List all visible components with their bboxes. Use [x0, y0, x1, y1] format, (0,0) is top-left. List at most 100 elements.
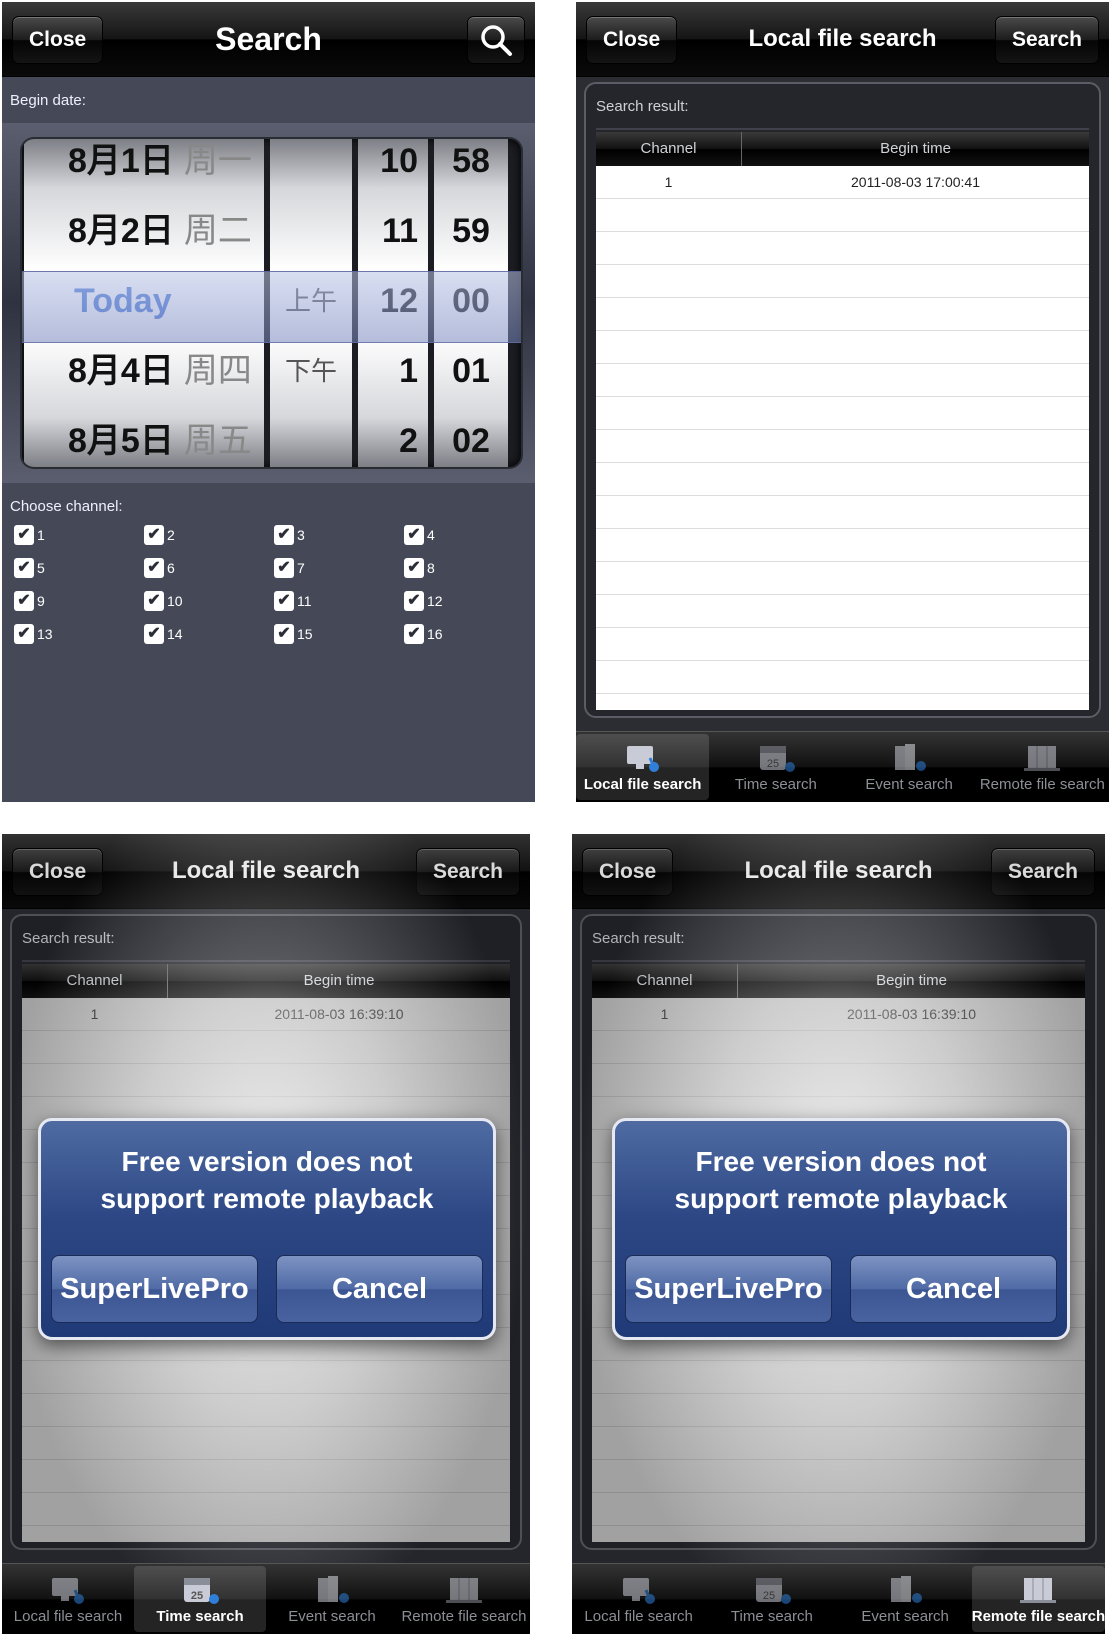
- cancel-button[interactable]: Cancel: [276, 1255, 483, 1323]
- channel-checkbox-12[interactable]: ✔ 12: [404, 590, 443, 612]
- tab-event-search[interactable]: Event search: [266, 1566, 398, 1632]
- cell-channel: 1: [664, 174, 673, 190]
- channel-checkbox-3[interactable]: ✔ 3: [274, 524, 305, 546]
- search-button[interactable]: Search: [994, 16, 1099, 64]
- close-button[interactable]: Close: [12, 16, 104, 64]
- search-result-label: Search result:: [596, 98, 689, 115]
- channel-label: 10: [167, 593, 183, 609]
- tab-label: Remote file search: [979, 776, 1105, 793]
- search-button[interactable]: [467, 16, 525, 64]
- picker-date-option[interactable]: 8月5日 周五: [68, 405, 252, 467]
- picker-hours-option[interactable]: 11: [358, 195, 418, 268]
- tab-label: Time search: [156, 1608, 244, 1625]
- channel-checkbox-8[interactable]: ✔ 8: [404, 557, 435, 579]
- tab-event-search[interactable]: Event search: [839, 1566, 972, 1632]
- alert-message: Free version does not support remote pla…: [100, 1146, 434, 1214]
- picker-ampm-option[interactable]: 下午: [270, 335, 352, 408]
- tab-local-file-search[interactable]: Local file search: [576, 734, 710, 800]
- channel-checkbox-13[interactable]: ✔ 13: [14, 623, 53, 645]
- tab-label: Event search: [288, 1608, 376, 1625]
- tab-event-search[interactable]: Event search: [843, 734, 976, 800]
- picker-hours-option[interactable]: 1: [358, 335, 418, 408]
- superlivepro-button[interactable]: SuperLivePro: [625, 1255, 832, 1323]
- tab-time-search[interactable]: 25 Time search: [705, 1566, 838, 1632]
- close-button[interactable]: Close: [586, 16, 678, 64]
- picker-ampm-option[interactable]: [270, 139, 352, 198]
- channel-label: 3: [297, 527, 305, 543]
- search-screen: Close Search Begin date: 8月1日周一8月2日周二Tod…: [2, 2, 535, 802]
- tab-remote-file-search[interactable]: Remote file search: [398, 1566, 530, 1632]
- close-button[interactable]: Close: [582, 848, 674, 896]
- search-button[interactable]: Search: [415, 848, 520, 896]
- picker-minutes-option[interactable]: 01: [434, 335, 508, 408]
- column-header-channel: Channel: [22, 964, 168, 998]
- picker-ampm-option[interactable]: [270, 405, 352, 467]
- tab-time-search[interactable]: 25 Time search: [134, 1566, 266, 1632]
- picker-date-day: 8月5日: [68, 422, 174, 460]
- tab-local-file-search[interactable]: Local file search: [2, 1566, 134, 1632]
- table-row[interactable]: 1 2011-08-03 16:39:10: [22, 998, 510, 1030]
- monitor-icon: [52, 1578, 84, 1604]
- tab-label: Event search: [861, 1608, 949, 1625]
- channel-checkbox-9[interactable]: ✔ 9: [14, 590, 45, 612]
- remote-file-icon: [1024, 746, 1061, 771]
- channel-checkbox-2[interactable]: ✔ 2: [144, 524, 175, 546]
- event-icon: [318, 1576, 349, 1603]
- channel-checkbox-7[interactable]: ✔ 7: [274, 557, 305, 579]
- checkmark-icon: ✔: [144, 525, 164, 545]
- search-result-label: Search result:: [22, 930, 115, 947]
- channel-checkbox-11[interactable]: ✔ 11: [274, 590, 312, 612]
- cancel-button[interactable]: Cancel: [850, 1255, 1057, 1323]
- remote-file-icon: [1020, 1578, 1057, 1603]
- picker-date-option[interactable]: 8月1日 周一: [68, 139, 252, 198]
- picker-hours-option[interactable]: 2: [358, 405, 418, 467]
- tab-remote-file-search[interactable]: Remote file search: [971, 1566, 1105, 1632]
- tab-time-search[interactable]: 25 Time search: [709, 734, 842, 800]
- column-header-begin-time: Begin time: [876, 972, 947, 989]
- column-header-channel: Channel: [596, 132, 742, 166]
- picker-hours-option[interactable]: 10: [358, 139, 418, 198]
- tab-label: Time search: [734, 776, 817, 793]
- picker-minutes-option[interactable]: 59: [434, 195, 508, 268]
- checkmark-icon: ✔: [274, 525, 294, 545]
- channel-checkbox-1[interactable]: ✔ 1: [14, 524, 45, 546]
- table-header: Channel Begin time: [596, 132, 1089, 166]
- local-file-search-screen: Close Local file search Search Search re…: [576, 2, 1109, 802]
- results-table: 1 2011-08-03 17:00:41: [596, 166, 1089, 710]
- checkmark-icon: ✔: [14, 525, 34, 545]
- table-row[interactable]: 1 2011-08-03 16:39:10: [592, 998, 1085, 1030]
- remote-file-icon: [446, 1578, 482, 1603]
- cell-begin-time: 2011-08-03 16:39:10: [847, 1006, 976, 1022]
- picker-date-weekday: 周二: [183, 212, 252, 250]
- checkmark-icon: ✔: [14, 558, 34, 578]
- picker-minutes-option[interactable]: 58: [434, 139, 508, 198]
- column-header-channel: Channel: [592, 964, 738, 998]
- picker-date-option[interactable]: 8月2日 周二: [68, 195, 252, 268]
- channel-checkbox-5[interactable]: ✔ 5: [14, 557, 45, 579]
- superlivepro-button[interactable]: SuperLivePro: [51, 1255, 258, 1323]
- tab-local-file-search[interactable]: Local file search: [572, 1566, 705, 1632]
- channel-label: 11: [297, 593, 312, 609]
- channel-checkbox-4[interactable]: ✔ 4: [404, 524, 435, 546]
- table-row[interactable]: 1 2011-08-03 17:00:41: [596, 166, 1089, 198]
- tab-label: Event search: [865, 776, 953, 793]
- channel-checkbox-16[interactable]: ✔ 16: [404, 623, 443, 645]
- cell-channel: 1: [90, 1006, 99, 1022]
- tab-label: Local file search: [583, 776, 702, 793]
- picker-date-option[interactable]: 8月4日 周四: [68, 335, 252, 408]
- channel-checkbox-15[interactable]: ✔ 15: [274, 623, 313, 645]
- picker-ampm-option[interactable]: [270, 195, 352, 268]
- picker-minutes-option[interactable]: 02: [434, 405, 508, 467]
- channel-checkbox-10[interactable]: ✔ 10: [144, 590, 183, 612]
- tab-remote-file-search[interactable]: Remote file search: [976, 734, 1109, 800]
- monitor-icon: [626, 746, 659, 772]
- channel-label: 14: [167, 626, 183, 642]
- checkmark-icon: ✔: [274, 558, 294, 578]
- channel-checkbox-6[interactable]: ✔ 6: [144, 557, 175, 579]
- close-button[interactable]: Close: [12, 848, 104, 896]
- picker-date-weekday: 周五: [183, 422, 252, 460]
- nav-bar: Close Local file search Search: [572, 834, 1105, 909]
- search-button[interactable]: Search: [990, 848, 1095, 896]
- channel-checkbox-14[interactable]: ✔ 14: [144, 623, 183, 645]
- tab-label: Local file search: [13, 1608, 123, 1625]
